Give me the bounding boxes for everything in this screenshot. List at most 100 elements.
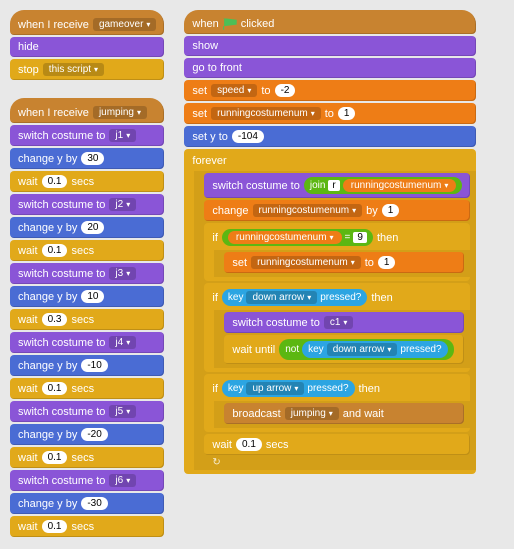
value-input[interactable]: -104 <box>232 130 264 143</box>
wait-block[interactable]: wait 0.1 secs <box>10 171 164 192</box>
switch-costume-block[interactable]: switch costume to j6 <box>10 470 164 491</box>
if-up-arrow-block[interactable]: if key up arrow pressed? then broadcast <box>204 374 470 432</box>
value-input[interactable]: -2 <box>275 84 296 97</box>
if-down-arrow-block[interactable]: if key down arrow pressed? then switch c… <box>204 283 470 372</box>
broadcast-wait-block[interactable]: broadcast jumping and wait <box>224 403 464 424</box>
message-dropdown[interactable]: gameover <box>93 18 156 31</box>
value-input[interactable]: 30 <box>81 152 104 165</box>
label: hide <box>18 41 39 53</box>
value-input[interactable]: 9 <box>353 232 367 243</box>
forever-block[interactable]: forever switch costume to join r running… <box>184 149 476 474</box>
switch-costume-block[interactable]: switch costume to j3 <box>10 263 164 284</box>
change-y-block[interactable]: change y by 20 <box>10 217 164 238</box>
value-input[interactable]: 0.1 <box>42 175 68 188</box>
costume-dropdown[interactable]: j5 <box>109 405 136 418</box>
label: then <box>377 232 398 244</box>
var-reporter[interactable]: runningcostumenum <box>343 179 457 192</box>
label: and wait <box>343 408 384 420</box>
label: key <box>228 292 244 303</box>
wait-block[interactable]: wait 0.1 secs <box>10 447 164 468</box>
costume-dropdown[interactable]: c1 <box>324 316 354 329</box>
key-pressed-reporter[interactable]: key up arrow pressed? <box>222 380 355 397</box>
value-input[interactable]: 1 <box>378 256 396 269</box>
key-pressed-reporter[interactable]: key down arrow pressed? <box>222 289 367 306</box>
set-speed-block[interactable]: set speed to -2 <box>184 80 476 101</box>
key-pressed-reporter[interactable]: key down arrow pressed? <box>302 341 447 358</box>
value-input[interactable]: -30 <box>81 497 107 510</box>
label: by <box>366 205 378 217</box>
change-y-block[interactable]: change y by -30 <box>10 493 164 514</box>
switch-costume-join-block[interactable]: switch costume to join r runningcostumen… <box>204 173 470 198</box>
value-input[interactable]: 1 <box>382 204 400 217</box>
label: wait <box>18 314 38 326</box>
wait-until-block[interactable]: wait until not key down arrow pressed? <box>224 335 464 364</box>
show-block[interactable]: show <box>184 36 476 56</box>
var-dropdown[interactable]: runningcostumenum <box>253 204 363 217</box>
costume-dropdown[interactable]: j6 <box>109 474 136 487</box>
wait-block[interactable]: wait 0.1 secs <box>10 240 164 261</box>
message-dropdown[interactable]: jumping <box>93 106 147 119</box>
change-rcn-block[interactable]: change runningcostumenum by 1 <box>204 200 470 221</box>
label: secs <box>71 245 94 257</box>
hat-receive-gameover[interactable]: when I receive gameover <box>10 10 164 35</box>
key-dropdown[interactable]: up arrow <box>246 382 304 395</box>
switch-costume-block[interactable]: switch costume to j4 <box>10 332 164 353</box>
value-input[interactable]: 0.1 <box>42 451 68 464</box>
wait-block[interactable]: wait 0.1 secs <box>10 516 164 537</box>
go-to-front-block[interactable]: go to front <box>184 58 476 78</box>
costume-dropdown[interactable]: j2 <box>109 198 136 211</box>
label: show <box>192 40 218 52</box>
value-input[interactable]: 0.3 <box>42 313 68 326</box>
change-y-block[interactable]: change y by 30 <box>10 148 164 169</box>
join-reporter[interactable]: join r runningcostumenum <box>304 177 463 194</box>
label: to <box>261 85 270 97</box>
label: pressed? <box>320 292 361 303</box>
costume-dropdown[interactable]: j1 <box>109 129 136 142</box>
set-rcn-block[interactable]: set runningcostumenum to 1 <box>184 103 476 124</box>
var-reporter[interactable]: runningcostumenum <box>228 231 342 244</box>
costume-dropdown[interactable]: j3 <box>109 267 136 280</box>
value-input[interactable]: -10 <box>81 359 107 372</box>
key-dropdown[interactable]: down arrow <box>246 291 317 304</box>
costume-dropdown[interactable]: j4 <box>109 336 136 349</box>
hat-receive-jumping[interactable]: when I receive jumping <box>10 98 164 123</box>
message-dropdown[interactable]: jumping <box>285 407 339 420</box>
set-rcn-reset-block[interactable]: set runningcostumenum to 1 <box>224 252 464 273</box>
if-rcn-9-block[interactable]: if runningcostumenum = 9 then set r <box>204 223 470 281</box>
var-dropdown[interactable]: runningcostumenum <box>211 107 321 120</box>
key-dropdown[interactable]: down arrow <box>327 343 398 356</box>
wait-block[interactable]: wait 0.1 secs <box>204 434 470 455</box>
hat-flag-clicked[interactable]: when clicked <box>184 10 476 34</box>
value-input[interactable]: 1 <box>338 107 356 120</box>
value-input[interactable]: -20 <box>81 428 107 441</box>
wait-block[interactable]: wait 0.1 secs <box>10 378 164 399</box>
var-dropdown[interactable]: runningcostumenum <box>251 256 361 269</box>
label: then <box>371 292 392 304</box>
value-input[interactable]: 20 <box>81 221 104 234</box>
label: secs <box>71 314 94 326</box>
value-input[interactable]: 0.1 <box>42 244 68 257</box>
value-input[interactable]: 0.1 <box>42 382 68 395</box>
equals-reporter[interactable]: runningcostumenum = 9 <box>222 229 373 246</box>
switch-costume-block[interactable]: switch costume to j1 <box>10 125 164 146</box>
join-left-input[interactable]: r <box>328 180 339 191</box>
stop-block[interactable]: stop this script <box>10 59 164 80</box>
wait-block[interactable]: wait 0.3 secs <box>10 309 164 330</box>
label: change <box>212 205 248 217</box>
switch-costume-c1-block[interactable]: switch costume to c1 <box>224 312 464 333</box>
switch-costume-block[interactable]: switch costume to j2 <box>10 194 164 215</box>
stack-jumping: when I receive jumping switch costume to… <box>10 98 164 539</box>
hide-block[interactable]: hide <box>10 37 164 57</box>
stop-dropdown[interactable]: this script <box>43 63 104 76</box>
value-input[interactable]: 0.1 <box>236 438 262 451</box>
change-y-block[interactable]: change y by -10 <box>10 355 164 376</box>
right-column: when clicked show go to front set speed … <box>184 10 476 476</box>
set-y-block[interactable]: set y to -104 <box>184 126 476 147</box>
value-input[interactable]: 0.1 <box>42 520 68 533</box>
change-y-block[interactable]: change y by -20 <box>10 424 164 445</box>
value-input[interactable]: 10 <box>81 290 104 303</box>
not-reporter[interactable]: not key down arrow pressed? <box>279 339 453 360</box>
change-y-block[interactable]: change y by 10 <box>10 286 164 307</box>
var-dropdown[interactable]: speed <box>211 84 257 97</box>
switch-costume-block[interactable]: switch costume to j5 <box>10 401 164 422</box>
